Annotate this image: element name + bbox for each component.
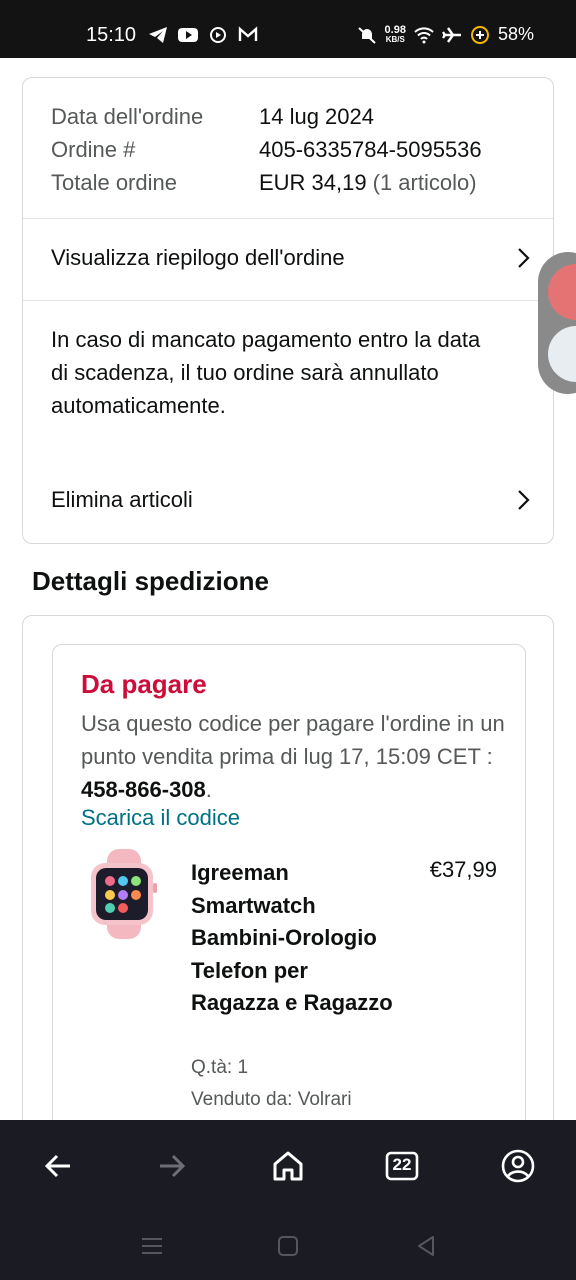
payment-code-suffix: . [205,777,212,802]
order-date-label: Data dell'ordine [51,103,204,129]
product-price: €37,99 [429,857,497,882]
order-number-value: 405-6335784-5095536 [259,136,482,162]
view-order-summary-label: Visualizza riepilogo dell'ordine [51,245,345,270]
status-bar: 15:10 0.98 KB/S 58% [0,0,576,58]
order-item-count: (1 articolo) [372,169,477,195]
net-speed-unit: KB/S [385,34,405,44]
chevron-right-icon [518,490,530,510]
system-nav-bar [0,1212,576,1280]
menu-icon[interactable] [140,1234,164,1258]
divider [23,218,553,219]
shipping-card: Da pagare Usa questo codice per pagare l… [22,615,554,1120]
order-summary-card: Data dell'ordine 14 lug 2024 Ordine # 40… [22,77,554,544]
back-icon[interactable] [40,1148,76,1184]
home-icon[interactable] [270,1148,306,1184]
order-number-row: Ordine # 405-6335784-5095536 [51,133,531,166]
order-date-value: 14 lug 2024 [259,103,374,129]
battery-saver-icon [470,25,489,44]
order-date-row: Data dell'ordine 14 lug 2024 [51,100,531,133]
payment-code: 458-866-308 [81,777,206,802]
net-speed-value: 0.98 [384,23,406,36]
forward-icon[interactable] [154,1148,190,1184]
media-icon [210,27,226,43]
square-home-icon[interactable] [276,1234,300,1258]
order-total-value: EUR 34,19 [259,169,367,195]
download-code-link[interactable]: Scarica il codice [81,805,240,831]
status-time: 15:10 [86,24,137,46]
payment-instructions-text: Usa questo codice per pagare l'ordine in… [81,711,505,769]
order-details-page: Data dell'ordine 14 lug 2024 Ordine # 40… [0,58,576,1120]
chevron-right-icon [518,248,530,268]
mute-icon [357,26,376,44]
account-icon[interactable] [500,1148,536,1184]
product-image[interactable] [83,849,163,939]
order-total-row: Totale ordine EUR 34,19 (1 articolo) [51,166,531,199]
gmail-icon [238,26,258,41]
delete-items-label: Elimina articoli [51,487,193,512]
payment-instructions: Usa questo codice per pagare l'ordine in… [81,707,511,806]
floating-app-dock[interactable] [538,252,576,394]
tabs-button[interactable]: 22 [384,1148,420,1184]
order-number-label: Ordine # [51,136,136,162]
order-info: Data dell'ordine 14 lug 2024 Ordine # 40… [51,100,531,199]
wifi-icon [414,26,434,43]
net-speed: 0.98 KB/S [384,23,406,45]
triangle-back-icon[interactable] [414,1234,438,1258]
telegram-icon [149,27,167,43]
floating-window-button[interactable] [548,326,576,382]
product-seller: Venduto da: Volrari [191,1089,352,1110]
payment-status: Da pagare [81,669,207,699]
youtube-icon [178,28,198,42]
browser-bottom-nav: 22 [0,1120,576,1212]
tabs-count: 22 [392,1155,412,1174]
payment-deadline-notice: In caso di mancato pagamento entro la da… [51,327,481,418]
view-order-summary-link[interactable]: Visualizza riepilogo dell'ordine [51,238,531,278]
order-total-label: Totale ordine [51,169,177,195]
shipment-box: Da pagare Usa questo codice per pagare l… [52,644,526,1120]
divider [23,300,553,301]
airplane-icon [441,26,461,43]
product-title[interactable]: Igreeman Smartwatch Bambini-Orologio Tel… [191,857,401,1020]
shipping-details-title: Dettagli spedizione [32,566,269,596]
floating-home-button[interactable] [548,264,576,320]
battery-level: 58% [497,24,534,44]
delete-items-link[interactable]: Elimina articoli [51,480,531,520]
product-quantity: Q.tà: 1 [191,1057,249,1078]
